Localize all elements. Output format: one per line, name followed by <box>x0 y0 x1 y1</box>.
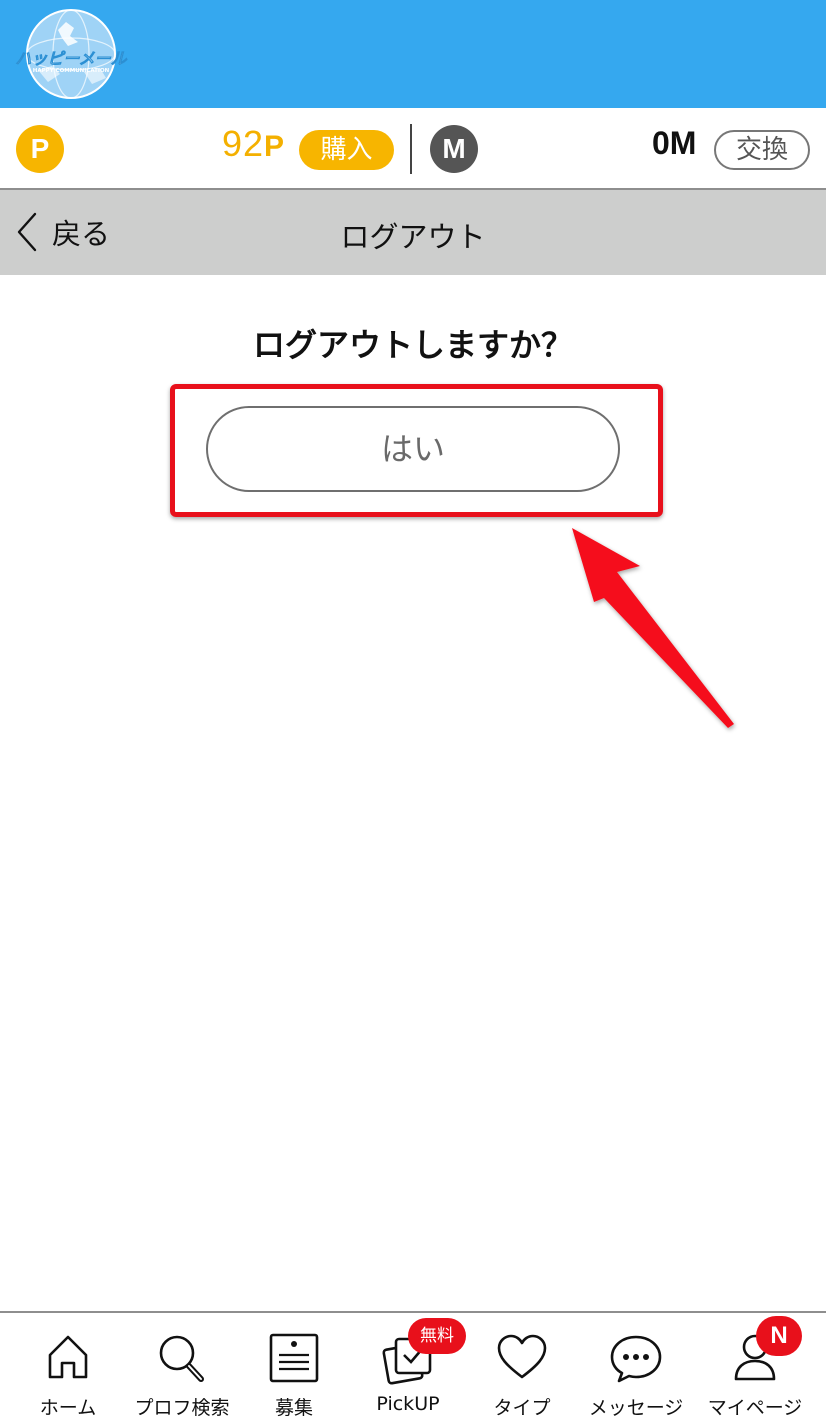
tab-type[interactable]: タイプ <box>463 1313 581 1423</box>
logout-question: ログアウトしますか？ <box>252 326 573 364</box>
exchange-button[interactable]: 交換 <box>714 130 810 170</box>
logo-text: ハッピーメール <box>15 49 127 68</box>
divider <box>410 124 412 174</box>
tab-home[interactable]: ホーム <box>9 1313 127 1423</box>
heart-icon <box>497 1334 547 1379</box>
search-icon <box>159 1335 204 1382</box>
app-header: ハッピーメール HAPPY COMMUNICATION <box>0 0 826 108</box>
points-bar: P 92P 購入 M 0M 交換 <box>0 108 826 190</box>
home-icon <box>48 1335 88 1379</box>
message-icon <box>610 1335 662 1383</box>
tab-label: マイページ <box>707 1397 803 1419</box>
tab-profile-search[interactable]: プロフ検索 <box>123 1313 241 1423</box>
point-value: 92 <box>222 123 265 164</box>
red-arrow-annotation <box>572 528 734 728</box>
mypage-new-badge: N <box>756 1316 802 1356</box>
tab-label: メッセージ <box>588 1397 684 1419</box>
tab-board[interactable]: 募集 <box>235 1313 353 1423</box>
logo-subtext: HAPPY COMMUNICATION <box>33 68 110 74</box>
app-logo[interactable]: ハッピーメール HAPPY COMMUNICATION <box>8 8 134 100</box>
pickup-free-badge: 無料 <box>408 1318 466 1354</box>
mile-coin-icon: M <box>430 125 478 173</box>
point-coin-icon: P <box>16 125 64 173</box>
nav-bar: 戻る ログアウト <box>0 190 826 275</box>
page-title: ログアウト <box>340 220 486 254</box>
mile-balance: 0M <box>652 125 697 161</box>
point-unit: P <box>264 130 286 163</box>
tab-message[interactable]: メッセージ <box>577 1313 695 1423</box>
yes-button[interactable]: はい <box>206 406 620 492</box>
point-balance: 92P <box>222 123 285 165</box>
buy-points-button[interactable]: 購入 <box>299 130 394 170</box>
board-icon <box>269 1333 319 1383</box>
